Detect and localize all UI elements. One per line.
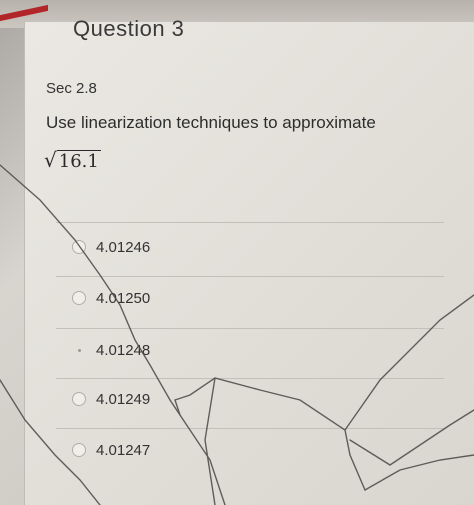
crack-line — [204, 377, 216, 505]
crack-line — [344, 294, 474, 431]
crack-line — [0, 379, 101, 505]
screen-cracks — [0, 164, 474, 505]
crack-line — [0, 164, 226, 505]
crack-line — [349, 409, 474, 466]
crack-line — [174, 377, 366, 491]
